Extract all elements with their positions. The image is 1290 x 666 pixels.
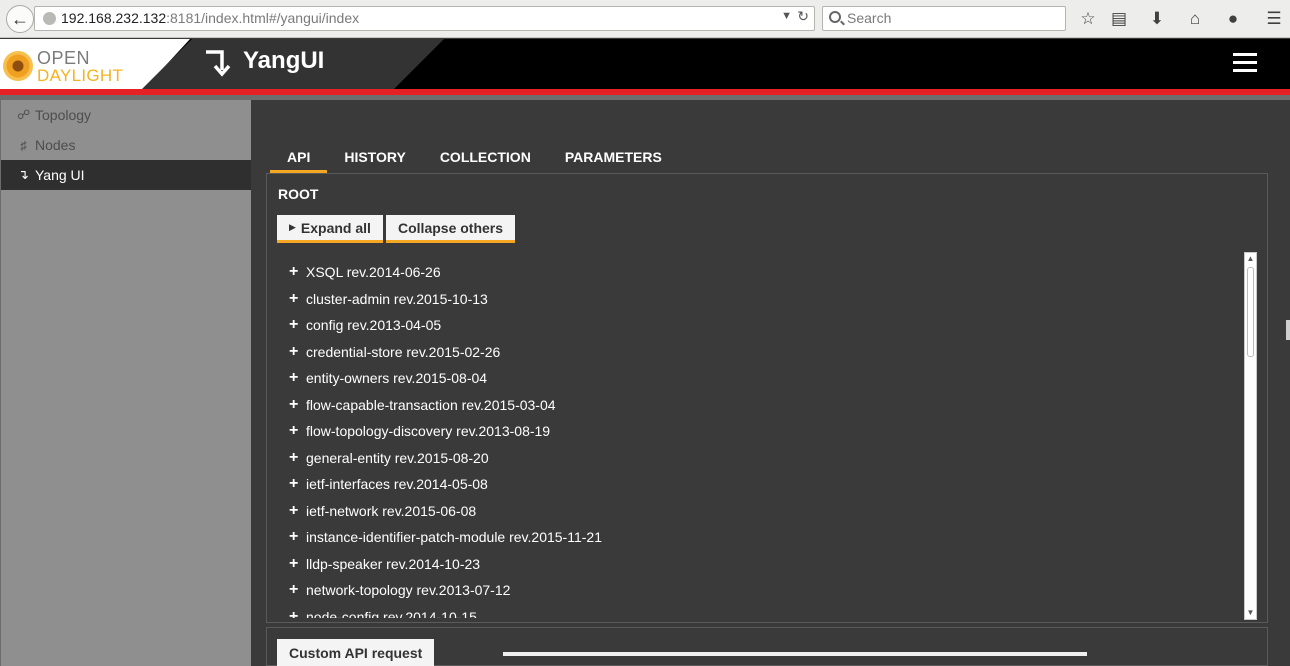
plus-icon[interactable]: + <box>289 369 301 387</box>
chat-icon[interactable]: ● <box>1221 6 1245 32</box>
custom-api-input-edge <box>503 652 1087 656</box>
tree-item[interactable]: + node-config rev.2014-10-15 <box>289 607 477 618</box>
module-label: instance-identifier-patch-module rev.201… <box>306 529 602 545</box>
app-title: YangUI <box>243 47 325 74</box>
arrow-left-icon: ← <box>11 8 29 29</box>
scroll-up-icon[interactable]: ▲ <box>1246 254 1255 264</box>
main-content: API HISTORY COLLECTION PARAMETERS ROOT ▶… <box>251 100 1290 666</box>
tab-bar: API HISTORY COLLECTION PARAMETERS <box>270 144 679 173</box>
plus-icon[interactable]: + <box>289 263 301 281</box>
root-panel: ROOT ▶ Expand all Collapse others + XSQL … <box>266 173 1268 623</box>
reading-list-icon[interactable]: ▤ <box>1107 6 1131 32</box>
plus-icon[interactable]: + <box>289 422 301 440</box>
plus-icon[interactable]: + <box>289 581 301 599</box>
plus-icon[interactable]: + <box>289 528 301 546</box>
browser-menu-icon[interactable]: ☰ <box>1262 6 1286 32</box>
scrollbar-thumb[interactable] <box>1247 267 1254 357</box>
custom-api-request-button[interactable]: Custom API request <box>277 639 435 666</box>
browser-search-box[interactable]: Search <box>822 6 1066 31</box>
module-label: general-entity rev.2015-08-20 <box>306 450 489 466</box>
expand-all-button[interactable]: ▶ Expand all <box>277 215 383 243</box>
module-label: ietf-network rev.2015-06-08 <box>306 503 477 519</box>
hamburger-menu-icon[interactable] <box>1233 53 1257 73</box>
plus-icon[interactable]: + <box>289 475 301 493</box>
sidebar-item-topology[interactable]: ☍ Topology <box>1 100 251 130</box>
sidebar: ☍ Topology ♯ Nodes ↴ Yang UI <box>0 100 251 666</box>
plus-icon[interactable]: + <box>289 343 301 361</box>
logo-daylight-text: DAYLIGHT <box>37 66 124 85</box>
root-label: ROOT <box>278 186 319 202</box>
custom-api-panel: Custom API request <box>266 627 1268 666</box>
plus-icon[interactable]: + <box>289 608 301 618</box>
url-path: :8181/index.html#/yangui/index <box>166 10 360 26</box>
sidebar-item-label: Yang UI <box>35 167 85 183</box>
home-icon[interactable]: ⌂ <box>1183 6 1207 32</box>
scroll-down-icon[interactable]: ▼ <box>1246 608 1255 618</box>
tree-item[interactable]: + config rev.2013-04-05 <box>289 315 441 335</box>
tree-item[interactable]: + flow-topology-discovery rev.2013-08-19 <box>289 421 550 441</box>
module-tree: + XSQL rev.2014-06-26 + cluster-admin rev.… <box>277 252 1245 618</box>
tree-item[interactable]: + credential-store rev.2015-02-26 <box>289 342 500 362</box>
tree-item[interactable]: + ietf-network rev.2015-06-08 <box>289 501 476 521</box>
yang-arrow-icon: ↴ <box>18 167 29 182</box>
module-label: flow-topology-discovery rev.2013-08-19 <box>306 423 551 439</box>
plus-icon[interactable]: + <box>289 396 301 414</box>
tab-parameters[interactable]: PARAMETERS <box>548 144 679 173</box>
url-text: 192.168.232.132:8181/index.html#/yangui/… <box>61 10 359 26</box>
tab-history[interactable]: HISTORY <box>327 144 422 173</box>
globe-icon <box>43 12 56 25</box>
link-icon: ☍ <box>17 107 31 122</box>
module-label: config rev.2013-04-05 <box>306 317 442 333</box>
url-bar[interactable]: 192.168.232.132:8181/index.html#/yangui/… <box>34 6 815 31</box>
app-header: OPEN DAYLIGHT YangUI <box>0 39 1290 89</box>
caret-right-icon: ▶ <box>289 222 296 232</box>
module-label: lldp-speaker rev.2014-10-23 <box>306 556 481 572</box>
plus-icon[interactable]: + <box>289 555 301 573</box>
tree-item[interactable]: + cluster-admin rev.2015-10-13 <box>289 289 488 309</box>
bookmark-star-icon[interactable]: ☆ <box>1076 6 1100 32</box>
module-label: credential-store rev.2015-02-26 <box>306 344 501 360</box>
search-placeholder: Search <box>847 10 892 26</box>
module-label: XSQL rev.2014-06-26 <box>306 264 441 280</box>
search-icon <box>829 11 841 23</box>
tree-item[interactable]: + general-entity rev.2015-08-20 <box>289 448 489 468</box>
module-label: entity-owners rev.2015-08-04 <box>306 370 488 386</box>
module-label: cluster-admin rev.2015-10-13 <box>306 291 488 307</box>
tree-item[interactable]: + network-topology rev.2013-07-12 <box>289 580 510 600</box>
expand-all-label: Expand all <box>300 219 371 236</box>
reload-icon[interactable]: ↻ <box>797 8 809 25</box>
sidebar-item-label: Nodes <box>35 137 76 153</box>
tree-item[interactable]: + instance-identifier-patch-module rev.20… <box>289 527 602 547</box>
tree-item[interactable]: + entity-owners rev.2015-08-04 <box>289 368 487 388</box>
tree-item[interactable]: + ietf-interfaces rev.2014-05-08 <box>289 474 488 494</box>
module-label: node-config rev.2014-10-15 <box>306 609 477 618</box>
module-label: flow-capable-transaction rev.2015-03-04 <box>306 397 556 413</box>
plus-icon[interactable]: + <box>289 449 301 467</box>
sidebar-item-label: Topology <box>35 107 92 123</box>
yang-arrow-icon <box>206 50 231 77</box>
browser-toolbar: ← 192.168.232.132:8181/index.html#/yangu… <box>0 0 1290 38</box>
back-button[interactable]: ← <box>6 5 34 33</box>
plus-icon[interactable]: + <box>289 502 301 520</box>
dropdown-arrow-icon[interactable]: ▼ <box>781 10 792 22</box>
tab-collection[interactable]: COLLECTION <box>423 144 548 173</box>
download-icon[interactable]: ⬇ <box>1145 6 1169 32</box>
collapse-others-button[interactable]: Collapse others <box>386 215 516 243</box>
plus-icon[interactable]: + <box>289 290 301 308</box>
sidebar-item-nodes[interactable]: ♯ Nodes <box>1 130 251 160</box>
tree-item[interactable]: + lldp-speaker rev.2014-10-23 <box>289 554 480 574</box>
tab-api[interactable]: API <box>270 144 328 173</box>
plus-icon[interactable]: + <box>289 316 301 334</box>
module-label: network-topology rev.2013-07-12 <box>306 582 511 598</box>
window-edge-handle <box>1286 320 1290 340</box>
tree-item[interactable]: + XSQL rev.2014-06-26 <box>289 262 441 282</box>
tree-item[interactable]: + flow-capable-transaction rev.2015-03-04 <box>289 395 556 415</box>
sitemap-icon: ♯ <box>20 137 27 153</box>
tree-scrollbar[interactable]: ▲ ▼ <box>1244 252 1257 620</box>
module-label: ietf-interfaces rev.2014-05-08 <box>306 476 488 492</box>
sidebar-item-yang-ui[interactable]: ↴ Yang UI <box>1 160 251 190</box>
flower-logo-icon <box>3 51 33 81</box>
url-host: 192.168.232.132 <box>61 10 167 26</box>
